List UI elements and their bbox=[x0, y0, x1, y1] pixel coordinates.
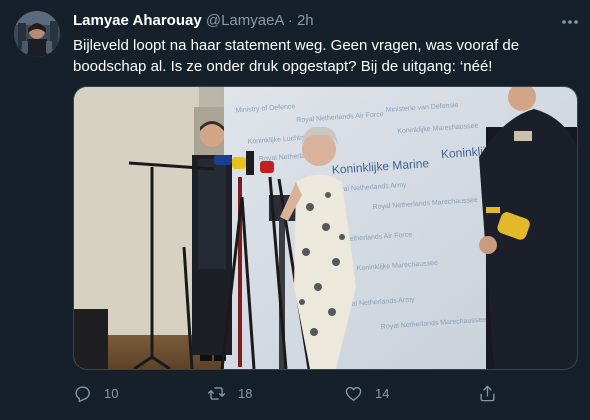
heart-icon bbox=[345, 386, 362, 401]
retweet-icon bbox=[207, 386, 226, 400]
press-conference-photo: Ministry of Defence Royal Netherlands Ai… bbox=[74, 87, 577, 369]
timestamp[interactable]: 2h bbox=[297, 12, 314, 29]
avatar-image bbox=[14, 11, 60, 57]
share-button[interactable] bbox=[478, 381, 497, 405]
reply-button[interactable]: 10 bbox=[73, 381, 118, 405]
reply-count: 10 bbox=[104, 385, 119, 401]
retweet-button[interactable]: 18 bbox=[207, 381, 252, 405]
avatar[interactable] bbox=[14, 11, 60, 57]
separator-dot: · bbox=[287, 12, 293, 29]
user-handle[interactable]: @LamyaeA bbox=[206, 12, 284, 29]
tweet-text: Bijleveld loopt na haar statement weg. G… bbox=[73, 37, 520, 75]
tweet-actions: 10 18 14 bbox=[73, 381, 578, 405]
retweet-count: 18 bbox=[238, 385, 253, 401]
share-icon bbox=[480, 385, 495, 401]
tweet-header: Lamyae Aharouay @LamyaeA · 2h bbox=[73, 11, 314, 31]
more-horizontal-icon[interactable] bbox=[560, 13, 580, 31]
like-count: 14 bbox=[375, 385, 390, 401]
reply-icon bbox=[75, 385, 90, 402]
display-name[interactable]: Lamyae Aharouay bbox=[73, 12, 202, 29]
like-button[interactable]: 14 bbox=[344, 381, 389, 405]
tweet-photo[interactable]: Ministry of Defence Royal Netherlands Ai… bbox=[73, 86, 578, 370]
